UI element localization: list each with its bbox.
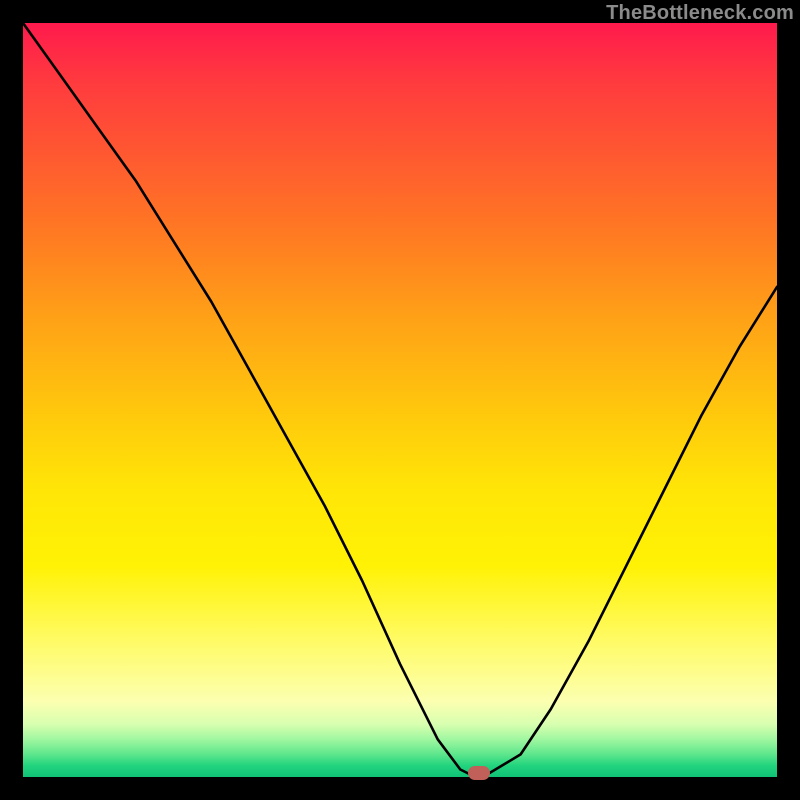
chart-svg bbox=[23, 23, 777, 777]
chart-frame: TheBottleneck.com bbox=[0, 0, 800, 800]
bottleneck-curve bbox=[23, 23, 777, 777]
watermark: TheBottleneck.com bbox=[606, 2, 794, 25]
optimal-marker bbox=[468, 766, 490, 780]
